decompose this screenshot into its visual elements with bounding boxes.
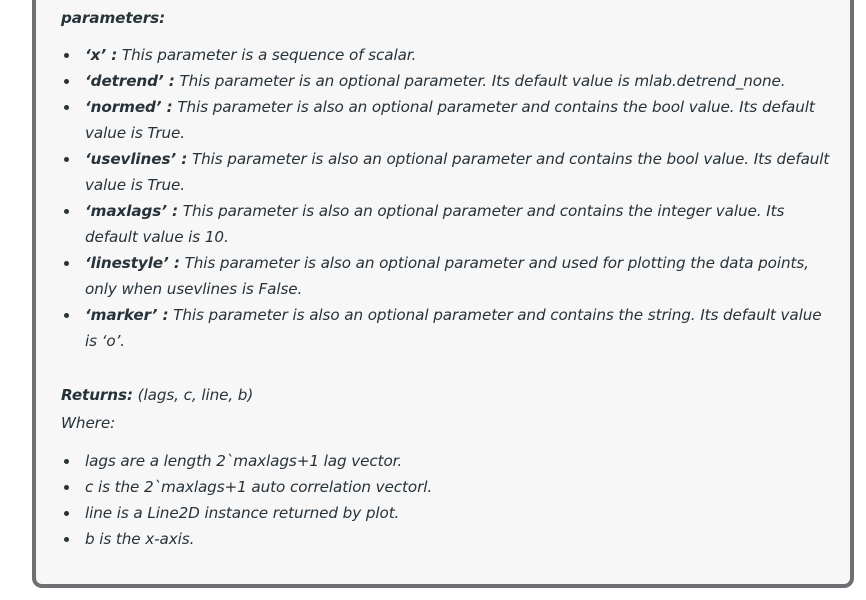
param-name: ‘detrend’ : [85, 72, 175, 90]
where-item-text: c is the 2`maxlags+1 auto correlation ve… [85, 478, 433, 496]
bullet-icon [64, 459, 69, 464]
param-name: ‘normed’ : [85, 98, 173, 116]
bullet-icon [64, 105, 69, 110]
param-description: This parameter is an optional parameter.… [174, 72, 786, 90]
list-item: ‘marker’ : This parameter is also an opt… [61, 302, 836, 354]
returns-value: (lags, c, line, b) [132, 386, 254, 404]
param-description: This parameter is also an optional param… [85, 254, 809, 298]
list-item: c is the 2`maxlags+1 auto correlation ve… [61, 474, 836, 500]
bullet-icon [64, 537, 69, 542]
list-item: ‘usevlines’ : This parameter is also an … [61, 146, 836, 198]
bullet-icon [64, 79, 69, 84]
list-item: ‘linestyle’ : This parameter is also an … [61, 250, 836, 302]
param-description: This parameter is also an optional param… [85, 98, 815, 142]
param-description: This parameter is also an optional param… [85, 306, 822, 350]
param-name: ‘usevlines’ : [85, 150, 188, 168]
where-list: lags are a length 2`maxlags+1 lag vector… [61, 448, 836, 552]
bullet-icon [64, 157, 69, 162]
returns-label: Returns: [61, 386, 133, 404]
where-item-text: b is the x-axis. [85, 530, 195, 548]
list-item: b is the x-axis. [61, 526, 836, 552]
where-label: Where: [61, 414, 116, 432]
parameters-list: ‘x’ : This parameter is a sequence of sc… [61, 42, 836, 354]
list-item: line is a Line2D instance returned by pl… [61, 500, 836, 526]
bullet-icon [64, 209, 69, 214]
bullet-icon [64, 261, 69, 266]
list-item: ‘detrend’ : This parameter is an optiona… [61, 68, 836, 94]
bullet-icon [64, 511, 69, 516]
parameters-heading: parameters: [61, 9, 166, 27]
bullet-icon [64, 313, 69, 318]
param-description: This parameter is a sequence of scalar. [117, 46, 417, 64]
where-item-text: line is a Line2D instance returned by pl… [85, 504, 400, 522]
list-item: ‘maxlags’ : This parameter is also an op… [61, 198, 836, 250]
param-description: This parameter is also an optional param… [85, 202, 785, 246]
article-content: parameters: ‘x’ : This parameter is a se… [61, 5, 836, 552]
param-name: ‘linestyle’ : [85, 254, 180, 272]
list-item: ‘normed’ : This parameter is also an opt… [61, 94, 836, 146]
param-name: ‘maxlags’ : [85, 202, 179, 220]
where-item-text: lags are a length 2`maxlags+1 lag vector… [85, 452, 403, 470]
returns-line: Returns: (lags, c, line, b) [61, 381, 836, 409]
bullet-icon [64, 485, 69, 490]
param-name: ‘marker’ : [85, 306, 169, 324]
param-name: ‘x’ : [85, 46, 118, 64]
list-item: lags are a length 2`maxlags+1 lag vector… [61, 448, 836, 474]
param-description: This parameter is also an optional param… [85, 150, 830, 194]
list-item: ‘x’ : This parameter is a sequence of sc… [61, 42, 836, 68]
content-panel: parameters: ‘x’ : This parameter is a se… [32, 0, 854, 588]
bullet-icon [64, 53, 69, 58]
